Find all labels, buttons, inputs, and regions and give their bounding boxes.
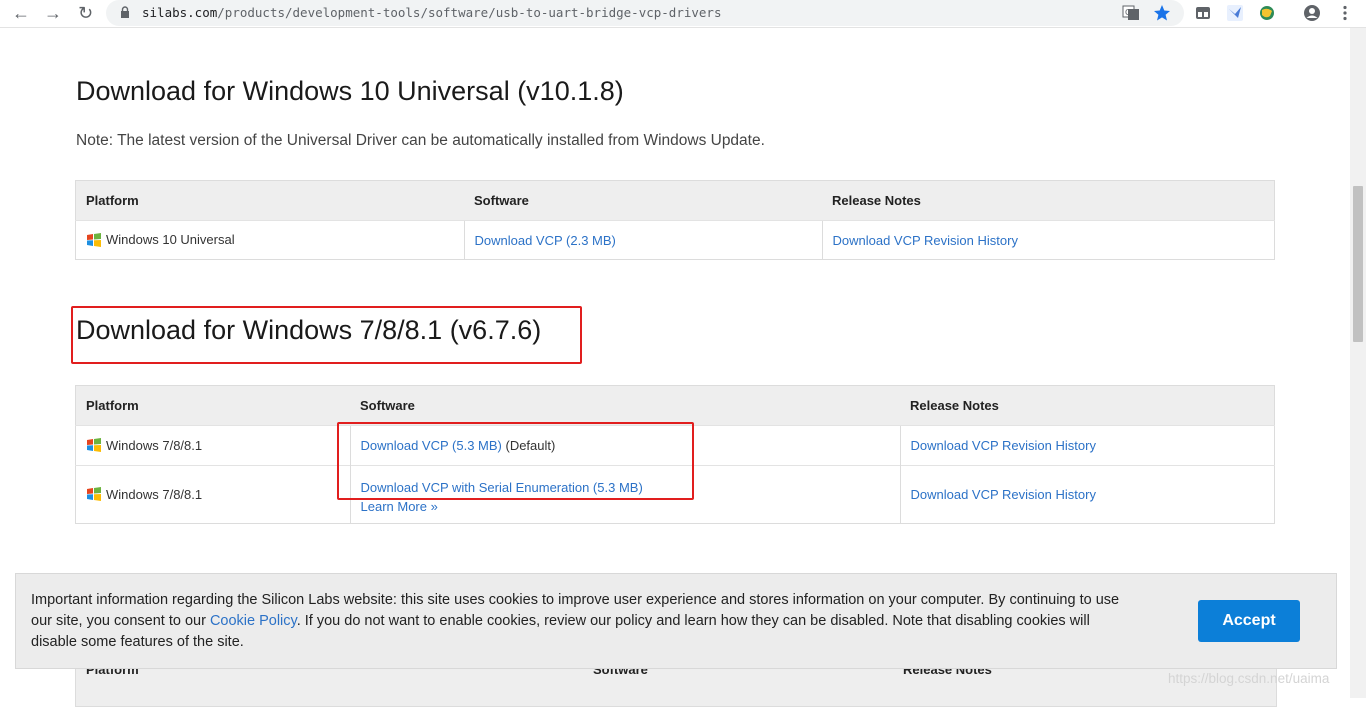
cookie-banner: Important information regarding the Sili…	[15, 573, 1337, 669]
globe-extension-icon[interactable]	[1258, 4, 1276, 22]
svg-text:G: G	[1125, 8, 1131, 17]
profile-icon[interactable]	[1303, 4, 1321, 22]
release-notes-cell: Download VCP Revision History	[821, 220, 1275, 260]
win10-download-table: Platform Software Release Notes Windows …	[75, 180, 1275, 260]
cookie-policy-link[interactable]: Cookie Policy	[210, 613, 297, 629]
accept-button[interactable]: Accept	[1198, 600, 1300, 642]
download-links-highlight-box	[337, 422, 694, 500]
windows-logo-icon	[87, 232, 101, 247]
menu-icon[interactable]	[1336, 4, 1354, 22]
bird-extension-icon[interactable]	[1226, 4, 1244, 22]
column-header-software: Software	[350, 385, 900, 426]
title-highlight-box	[71, 306, 582, 364]
browser-toolbar: ← → ↻ silabs.com/products/development-to…	[0, 0, 1366, 28]
section-title-win10: Download for Windows 10 Universal (v10.1…	[76, 76, 624, 106]
revision-history-link[interactable]: Download VCP Revision History	[911, 487, 1096, 502]
extension-icon[interactable]	[1194, 4, 1212, 22]
url-host: silabs.com	[142, 5, 218, 20]
table-header-row: Platform Software Release Notes	[75, 385, 1275, 426]
column-header-software: Software	[464, 180, 822, 221]
translate-icon[interactable]: G	[1122, 4, 1140, 22]
url-path: /products/development-tools/software/usb…	[217, 5, 722, 20]
windows-logo-icon	[87, 438, 101, 453]
reload-icon[interactable]: ↻	[78, 2, 93, 24]
column-header-release-notes: Release Notes	[822, 180, 1275, 221]
platform-name: Windows 10 Universal	[106, 232, 235, 248]
platform-cell: Windows 10 Universal	[75, 220, 464, 260]
platform-name: Windows 7/8/8.1	[106, 486, 203, 502]
platform-name: Windows 7/8/8.1	[106, 437, 203, 453]
lock-icon	[121, 6, 129, 18]
column-header-release-notes: Release Notes	[900, 385, 1275, 426]
windows-logo-icon	[87, 487, 101, 502]
star-icon[interactable]	[1153, 4, 1171, 22]
table-row: Windows 10 Universal Download VCP (2.3 M…	[75, 220, 1275, 260]
url-text: silabs.com/products/development-tools/so…	[142, 5, 721, 20]
universal-driver-note: Note: The latest version of the Universa…	[76, 132, 765, 149]
software-cell: Download VCP (2.3 MB)	[463, 220, 822, 260]
release-notes-cell: Download VCP Revision History	[899, 465, 1275, 524]
table-header-row: Platform Software Release Notes	[75, 180, 1275, 221]
platform-cell: Windows 7/8/8.1	[75, 465, 350, 524]
learn-more-link[interactable]: Learn More »	[361, 499, 438, 514]
cookie-message: Important information regarding the Sili…	[31, 590, 1131, 653]
watermark: https://blog.csdn.net/uaima	[1168, 671, 1330, 686]
revision-history-link[interactable]: Download VCP Revision History	[911, 438, 1096, 453]
forward-icon[interactable]: →	[44, 2, 62, 24]
scrollbar-thumb[interactable]	[1353, 186, 1363, 342]
download-vcp-link[interactable]: Download VCP (2.3 MB)	[475, 233, 616, 248]
release-notes-cell: Download VCP Revision History	[899, 425, 1275, 466]
back-icon[interactable]: ←	[12, 2, 30, 24]
column-header-platform: Platform	[75, 180, 464, 221]
revision-history-link[interactable]: Download VCP Revision History	[833, 233, 1018, 248]
platform-cell: Windows 7/8/8.1	[75, 425, 350, 466]
scrollbar[interactable]	[1350, 28, 1366, 698]
address-bar[interactable]: silabs.com/products/development-tools/so…	[106, 0, 1184, 26]
column-header-platform: Platform	[75, 385, 350, 426]
